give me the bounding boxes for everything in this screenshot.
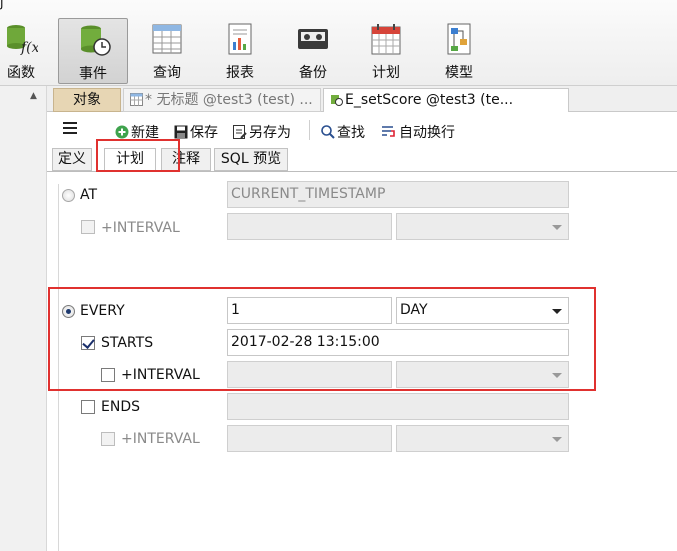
every-radio[interactable] [62, 305, 75, 318]
tab-comment[interactable]: 注释 [161, 148, 211, 171]
starts-interval-checkbox[interactable] [101, 368, 115, 382]
function-icon: f(x) [7, 25, 38, 56]
word-wrap-button[interactable]: 自动换行 [381, 122, 455, 142]
panel-border [58, 184, 59, 551]
editor-subtabs: 定义 计划 注释 SQL 预览 [47, 146, 677, 172]
ends-checkbox[interactable] [81, 400, 95, 414]
at-label: AT [80, 187, 98, 203]
every-unit-select[interactable]: DAY [396, 297, 569, 324]
every-unit-value: DAY [400, 302, 428, 318]
toolbar-schedule-label: 计划 [372, 65, 400, 81]
save-button[interactable]: 保存 [174, 122, 218, 142]
event-icon [81, 25, 111, 56]
at-interval-checkbox[interactable] [81, 220, 95, 234]
every-label: EVERY [80, 303, 125, 319]
chevron-down-icon [552, 225, 562, 230]
chevron-down-icon [552, 437, 562, 442]
starts-datetime-input[interactable]: 2017-02-28 13:15:00 [227, 329, 569, 356]
save-as-icon [233, 125, 247, 139]
find-button[interactable]: 查找 [321, 122, 365, 142]
at-interval-unit-select[interactable] [396, 213, 569, 240]
model-icon [447, 23, 471, 55]
every-value-input[interactable]: 1 [227, 297, 392, 324]
toolbar-event-label: 事件 [79, 66, 107, 82]
at-interval-label: +INTERVAL [101, 220, 180, 236]
chevron-down-icon [552, 309, 562, 314]
starts-checkbox[interactable] [81, 336, 95, 350]
collapse-up-icon[interactable]: ▲ [30, 91, 37, 101]
editor-toolbar: 新建 保存 另存为 查找 自动换行 [47, 112, 677, 148]
word-wrap-icon [382, 126, 395, 137]
report-icon [228, 23, 252, 55]
event-tab-icon [331, 95, 343, 106]
toolbar-separator [309, 120, 310, 140]
save-as-button[interactable]: 另存为 [233, 122, 291, 142]
tab-untitled-query[interactable]: * 无标题 @test3 (test) ... [123, 88, 321, 112]
svg-text:f(x): f(x) [20, 40, 38, 56]
query-icon [152, 24, 182, 54]
starts-interval-label: +INTERVAL [121, 367, 200, 383]
main-toolbar: J f(x) 函数 事件 查询 [0, 0, 677, 86]
tab-sql-preview[interactable]: SQL 预览 [214, 148, 288, 171]
new-button-label: 新建 [131, 125, 159, 141]
tab-definition[interactable]: 定义 [52, 148, 92, 171]
toolbar-backup-label: 备份 [299, 65, 327, 81]
toolbar-event-button[interactable]: 事件 [58, 18, 128, 84]
save-icon [174, 125, 188, 139]
toolbar-schedule-button[interactable]: 计划 [351, 18, 421, 84]
ends-interval-unit-select[interactable] [396, 425, 569, 452]
query-tab-icon [130, 93, 143, 106]
starts-interval-unit-select[interactable] [396, 361, 569, 388]
at-radio[interactable] [62, 189, 75, 202]
ends-label: ENDS [101, 399, 140, 415]
schedule-icon [371, 24, 401, 55]
toolbar-function-label: 函数 [7, 65, 35, 81]
add-icon [115, 125, 129, 139]
tab-event-editor[interactable]: E_setScore @test3 (te... [323, 88, 569, 112]
tab-objects[interactable]: 对象 [53, 88, 121, 112]
at-interval-value-input[interactable] [227, 213, 392, 240]
tab-schedule[interactable]: 计划 [104, 148, 156, 171]
toolbar-report-label: 报表 [226, 65, 254, 81]
search-icon [321, 125, 335, 139]
ends-datetime-input[interactable] [227, 393, 569, 420]
toolbar-report-button[interactable]: 报表 [205, 18, 275, 84]
toolbar-backup-button[interactable]: 备份 [278, 18, 348, 84]
starts-label: STARTS [101, 335, 154, 351]
toolbar-query-label: 查询 [153, 65, 181, 81]
find-button-label: 查找 [337, 125, 365, 141]
word-wrap-button-label: 自动换行 [399, 125, 455, 141]
title-fragment: J [0, 0, 4, 10]
ends-interval-value-input[interactable] [227, 425, 392, 452]
toolbar-query-button[interactable]: 查询 [132, 18, 202, 84]
chevron-down-icon [552, 373, 562, 378]
tab-untitled-label: * 无标题 @test3 (test) ... [145, 92, 313, 108]
backup-icon [298, 29, 328, 49]
save-button-label: 保存 [190, 125, 218, 141]
at-timestamp-input[interactable]: CURRENT_TIMESTAMP [227, 181, 569, 208]
ends-interval-label: +INTERVAL [121, 431, 200, 447]
object-panel-strip [0, 86, 47, 551]
menu-icon[interactable] [63, 122, 77, 134]
starts-interval-value-input[interactable] [227, 361, 392, 388]
toolbar-model-label: 模型 [445, 65, 473, 81]
toolbar-model-button[interactable]: 模型 [424, 18, 494, 84]
tab-event-label: E_setScore @test3 (te... [345, 92, 514, 108]
save-as-button-label: 另存为 [249, 125, 291, 141]
new-button[interactable]: 新建 [115, 122, 159, 142]
toolbar-function-button[interactable]: f(x) 函数 [0, 18, 56, 84]
ends-interval-checkbox[interactable] [101, 432, 115, 446]
document-tab-bar: 对象 * 无标题 @test3 (test) ... E_setScore @t… [47, 86, 677, 112]
